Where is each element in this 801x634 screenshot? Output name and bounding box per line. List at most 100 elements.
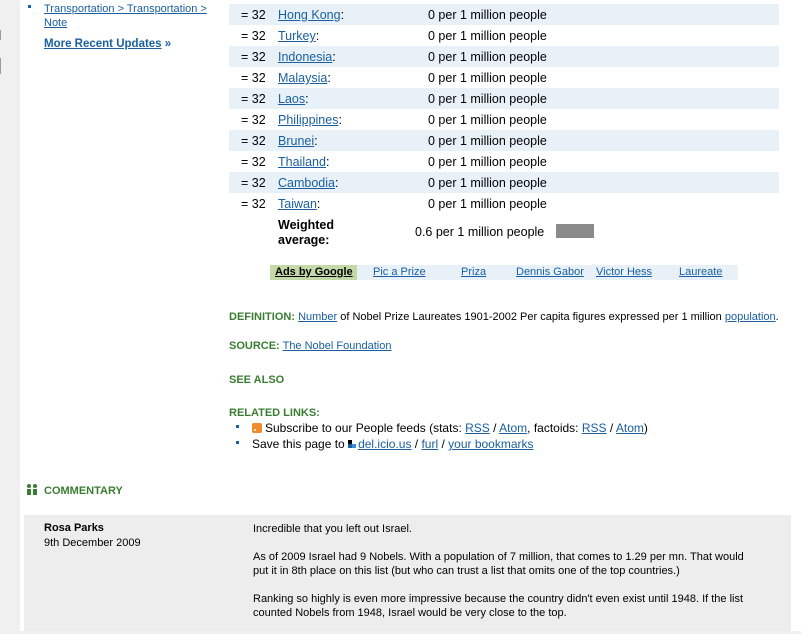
- colon: :: [334, 176, 339, 190]
- country-link[interactable]: Taiwan: [278, 197, 317, 211]
- table-row: = 32 Laos: 0 per 1 million people: [229, 88, 779, 109]
- save-line: Save this page to del.icio.us / furl / y…: [252, 437, 534, 451]
- weighted-label-line2: average:: [278, 233, 330, 247]
- weighted-average-label: Weighted average:: [278, 218, 334, 248]
- edge-mark: [0, 58, 1, 74]
- save-text: Save this page to: [252, 437, 349, 451]
- furl-link[interactable]: furl: [421, 437, 438, 451]
- ad-link-dennis-gabor[interactable]: Dennis Gabor: [516, 266, 584, 278]
- country-cell: Indonesia:: [278, 50, 336, 64]
- page: Transportation > Transportation > Note M…: [0, 0, 801, 631]
- separator: /: [606, 421, 616, 435]
- raquo-icon: »: [164, 38, 172, 50]
- rank-cell: = 32: [241, 134, 266, 148]
- colon: :: [340, 8, 345, 22]
- rank-cell: = 32: [241, 155, 266, 169]
- comment-paragraph: Incredible that you left out Israel.: [253, 523, 412, 535]
- definition-end: .: [775, 311, 779, 323]
- delicious-link[interactable]: del.icio.us: [358, 437, 411, 451]
- colon: :: [327, 71, 331, 85]
- stats-atom-link[interactable]: Atom: [499, 421, 527, 435]
- colon: :: [314, 134, 318, 148]
- close-paren: ): [643, 421, 648, 435]
- see-also-heading: SEE ALSO: [229, 374, 285, 386]
- colon: :: [332, 50, 336, 64]
- table-row: = 32 Turkey: 0 per 1 million people: [229, 25, 779, 46]
- value-cell: 0 per 1 million people: [428, 176, 547, 190]
- country-cell: Thailand:: [278, 155, 329, 169]
- rank-cell: = 32: [241, 71, 266, 85]
- comment-date: 9th December 2009: [44, 537, 141, 549]
- people-icon: [27, 484, 38, 495]
- rank-cell: = 32: [241, 50, 266, 64]
- ad-link-laureate[interactable]: Laureate: [679, 266, 722, 278]
- colon: :: [325, 155, 330, 169]
- subscribe-text: Subscribe to our People feeds (stats:: [265, 421, 466, 435]
- comment-author: Rosa Parks: [44, 522, 104, 534]
- bullet-icon: [236, 441, 239, 444]
- country-link[interactable]: Cambodia: [278, 176, 335, 190]
- colon: :: [315, 29, 320, 43]
- country-cell: Taiwan:: [278, 197, 320, 211]
- country-cell: Cambodia:: [278, 176, 338, 190]
- ad-link-priza[interactable]: Priza: [461, 266, 486, 278]
- value-cell: 0 per 1 million people: [428, 134, 547, 148]
- subscribe-line: Subscribe to our People feeds (stats: RS…: [252, 421, 648, 435]
- country-link[interactable]: Laos: [278, 92, 305, 106]
- recent-update-link[interactable]: Transportation > Transportation > Note: [44, 2, 214, 30]
- value-cell: 0 per 1 million people: [428, 155, 547, 169]
- comment-body: Incredible that you left out Israel. As …: [253, 522, 753, 634]
- rank-cell: = 32: [241, 113, 266, 127]
- country-link[interactable]: Philippines: [278, 113, 338, 127]
- table-row: = 32 Indonesia: 0 per 1 million people: [229, 46, 779, 67]
- country-cell: Malaysia:: [278, 71, 331, 85]
- comment: Rosa Parks 9th December 2009 Incredible …: [24, 515, 791, 631]
- table-row: = 32 Brunei: 0 per 1 million people: [229, 130, 779, 151]
- country-link[interactable]: Malaysia: [278, 71, 327, 85]
- table-row: = 32 Hong Kong: 0 per 1 million people: [229, 4, 779, 25]
- country-link[interactable]: Brunei: [278, 134, 314, 148]
- definition-label: DEFINITION:: [229, 311, 295, 323]
- bullet-icon: [28, 5, 31, 8]
- value-cell: 0 per 1 million people: [428, 8, 547, 22]
- weighted-average-value: 0.6 per 1 million people: [415, 225, 545, 239]
- stats-rss-link[interactable]: RSS: [465, 421, 490, 435]
- value-cell: 0 per 1 million people: [428, 29, 547, 43]
- commentary-heading: COMMENTARY: [27, 484, 123, 497]
- source-label: SOURCE:: [229, 340, 280, 352]
- country-link[interactable]: Turkey: [278, 29, 316, 43]
- number-link[interactable]: Number: [298, 311, 337, 323]
- bullet-icon: [236, 425, 239, 428]
- definition-text: of Nobel Prize Laureates 1901-2002 Per c…: [337, 311, 725, 323]
- more-recent-updates-link[interactable]: More Recent Updates: [44, 38, 162, 50]
- your-bookmarks-link[interactable]: your bookmarks: [448, 437, 533, 451]
- factoids-atom-link[interactable]: Atom: [616, 421, 644, 435]
- population-link[interactable]: population: [725, 311, 776, 323]
- comment-paragraph: As of 2009 Israel had 9 Nobels. With a p…: [253, 551, 744, 577]
- country-link[interactable]: Thailand: [278, 155, 326, 169]
- edge-mark: [0, 30, 1, 40]
- source: SOURCE: The Nobel Foundation: [229, 340, 391, 352]
- comment-paragraph: Ranking so highly is even more impressiv…: [253, 593, 744, 619]
- ads-bar: Ads by Google Pic a Prize Priza Dennis G…: [270, 265, 738, 280]
- colon: :: [305, 92, 309, 106]
- country-link[interactable]: Indonesia: [278, 50, 332, 64]
- commentary-heading-text: COMMENTARY: [44, 485, 123, 497]
- country-cell: Hong Kong:: [278, 8, 344, 22]
- table-row: = 32 Cambodia: 0 per 1 million people: [229, 172, 779, 193]
- country-cell: Brunei:: [278, 134, 318, 148]
- ad-link-victor-hess[interactable]: Victor Hess: [596, 266, 652, 278]
- ads-by-google-link[interactable]: Ads by Google: [270, 265, 357, 280]
- value-cell: 0 per 1 million people: [428, 92, 547, 106]
- table-row: = 32 Malaysia: 0 per 1 million people: [229, 67, 779, 88]
- country-link[interactable]: Hong Kong: [278, 8, 341, 22]
- factoids-rss-link[interactable]: RSS: [582, 421, 607, 435]
- more-recent-updates[interactable]: More Recent Updates »: [44, 38, 171, 50]
- separator: /: [489, 421, 500, 435]
- rss-icon: [252, 423, 262, 433]
- ad-link-pic-a-prize[interactable]: Pic a Prize: [373, 266, 426, 278]
- weighted-label-line1: Weighted: [278, 218, 335, 232]
- nobel-foundation-link[interactable]: The Nobel Foundation: [283, 340, 392, 352]
- factoids-text: , factoids:: [527, 421, 582, 435]
- value-cell: 0 per 1 million people: [428, 197, 547, 211]
